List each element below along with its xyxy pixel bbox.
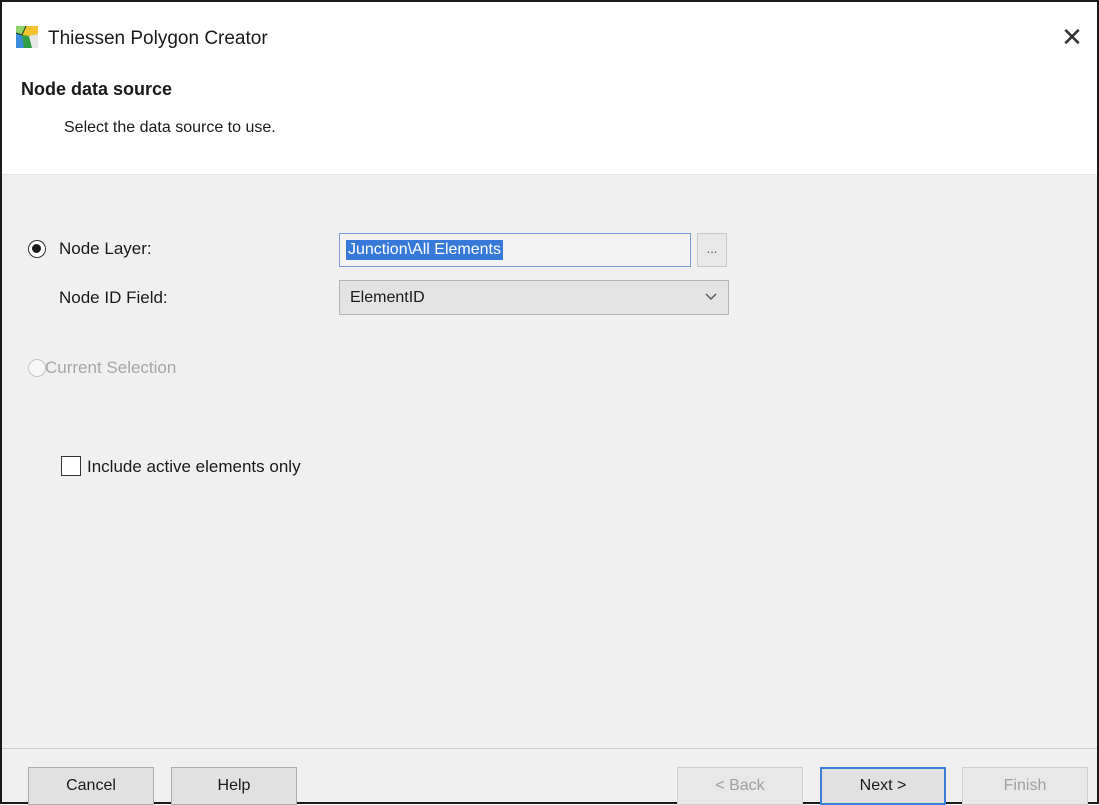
node-layer-input[interactable]: Junction\All Elements (339, 233, 691, 267)
close-button[interactable]: ✕ (1055, 20, 1089, 54)
node-layer-radio[interactable] (28, 240, 46, 258)
page-title: Node data source (21, 79, 173, 99)
footer-divider (2, 748, 1097, 749)
include-active-label: Include active elements only (87, 457, 301, 476)
title-bar: Thiessen Polygon Creator ✕ (2, 2, 1097, 72)
window-title: Thiessen Polygon Creator (48, 28, 268, 49)
node-layer-value: Junction\All Elements (346, 240, 503, 260)
node-id-field-dropdown[interactable]: ElementID (339, 280, 729, 315)
node-layer-label: Node Layer: (59, 239, 152, 258)
back-button[interactable]: < Back (677, 767, 803, 805)
chevron-down-icon (705, 293, 717, 300)
include-active-checkbox[interactable] (61, 456, 81, 476)
app-icon (16, 26, 38, 48)
wizard-content: Node Layer: Junction\All Elements ... No… (2, 174, 1097, 747)
next-button[interactable]: Next > (820, 767, 946, 805)
browse-button[interactable]: ... (697, 233, 727, 267)
current-selection-label: Current Selection (45, 358, 177, 377)
help-button[interactable]: Help (171, 767, 297, 805)
finish-button[interactable]: Finish (962, 767, 1088, 805)
wizard-header: Node data source Select the data source … (2, 72, 1097, 174)
page-subtitle: Select the data source to use. (64, 119, 276, 136)
node-id-field-label: Node ID Field: (59, 288, 168, 307)
close-icon: ✕ (1061, 22, 1083, 52)
current-selection-radio[interactable] (28, 359, 46, 377)
node-id-field-value: ElementID (350, 289, 425, 306)
cancel-button[interactable]: Cancel (28, 767, 154, 805)
thiessen-polygon-creator-dialog: Thiessen Polygon Creator ✕ Node data sou… (0, 0, 1099, 805)
